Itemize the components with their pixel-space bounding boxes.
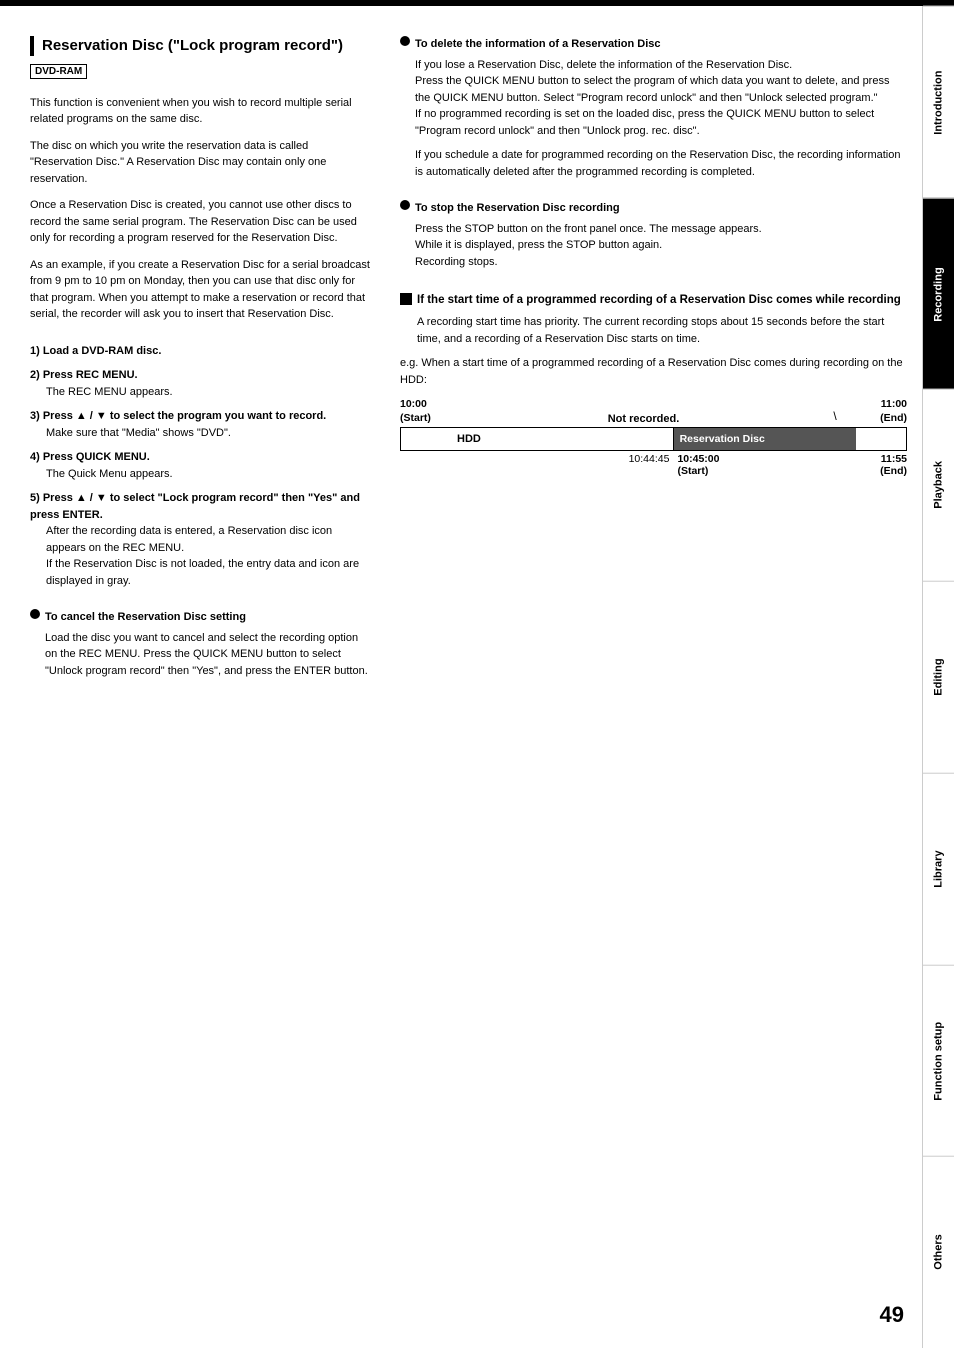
reservation-disc-bar: Reservation Disc <box>674 428 856 450</box>
para-2: The disc on which you write the reservat… <box>30 138 370 188</box>
timeline-bars: HDD Reservation Disc <box>400 427 907 451</box>
para-1: This function is convenient when you wis… <box>30 95 370 128</box>
not-recorded-label: Not recorded. <box>608 413 680 425</box>
left-column: Reservation Disc ("Lock program record")… <box>30 36 370 1318</box>
timeline: 10:00 (Start) Not recorded. \ 11:00 (End… <box>400 398 907 477</box>
bullet-dot-stop <box>400 200 410 210</box>
page-number: 49 <box>880 1302 904 1328</box>
right-sidebar: Introduction Recording Playback Editing … <box>922 6 954 1348</box>
section-title: Reservation Disc ("Lock program record") <box>30 36 370 56</box>
mid-time: 10:44:45 <box>629 453 670 477</box>
content-area: Reservation Disc ("Lock program record")… <box>0 6 922 1348</box>
right-column: To delete the information of a Reservati… <box>390 36 907 1318</box>
hdd-bar: HDD <box>451 428 674 450</box>
if-section-eg: e.g. When a start time of a programmed r… <box>400 355 907 388</box>
timeline-times: 10:44:45 10:45:00 (Start) 11:55 (End) <box>400 453 907 477</box>
page: Reservation Disc ("Lock program record")… <box>0 0 954 1348</box>
sidebar-tab-others[interactable]: Others <box>923 1156 954 1348</box>
if-section-body: A recording start time has priority. The… <box>417 314 907 347</box>
timeline-start-label: 10:00 (Start) <box>400 398 450 425</box>
step-5: 5) Press ▲ / ▼ to select "Lock program r… <box>30 490 370 589</box>
timeline-end-label: 11:00 (End) <box>857 398 907 425</box>
step-3: 3) Press ▲ / ▼ to select the program you… <box>30 408 370 441</box>
delete-bullet: To delete the information of a Reservati… <box>400 36 907 180</box>
sidebar-tab-editing[interactable]: Editing <box>923 581 954 773</box>
end2-time: 11:55 (End) <box>880 453 907 477</box>
cancel-bullet: To cancel the Reservation Disc setting L… <box>30 609 370 679</box>
if-section-header: If the start time of a programmed record… <box>400 292 907 308</box>
sidebar-tab-library[interactable]: Library <box>923 773 954 965</box>
step-2: 2) Press REC MENU. The REC MENU appears. <box>30 367 370 400</box>
bullet-dot-cancel <box>30 609 40 619</box>
sidebar-tab-recording[interactable]: Recording <box>923 198 954 390</box>
start2-time: 10:45:00 (Start) <box>677 453 719 477</box>
stop-bullet: To stop the Reservation Disc recording P… <box>400 200 907 270</box>
sidebar-tab-introduction[interactable]: Introduction <box>923 6 954 198</box>
para-3: Once a Reservation Disc is created, you … <box>30 197 370 247</box>
step-4: 4) Press QUICK MENU. The Quick Menu appe… <box>30 449 370 482</box>
bullet-dot-delete <box>400 36 410 46</box>
section-square-icon <box>400 293 412 305</box>
main-layout: Reservation Disc ("Lock program record")… <box>0 6 954 1348</box>
sidebar-tab-function-setup[interactable]: Function setup <box>923 965 954 1157</box>
step-1: 1) Load a DVD-RAM disc. <box>30 343 370 360</box>
dvd-badge: DVD-RAM <box>30 64 87 79</box>
para-4: As an example, if you create a Reservati… <box>30 257 370 323</box>
sidebar-tab-playback[interactable]: Playback <box>923 389 954 581</box>
